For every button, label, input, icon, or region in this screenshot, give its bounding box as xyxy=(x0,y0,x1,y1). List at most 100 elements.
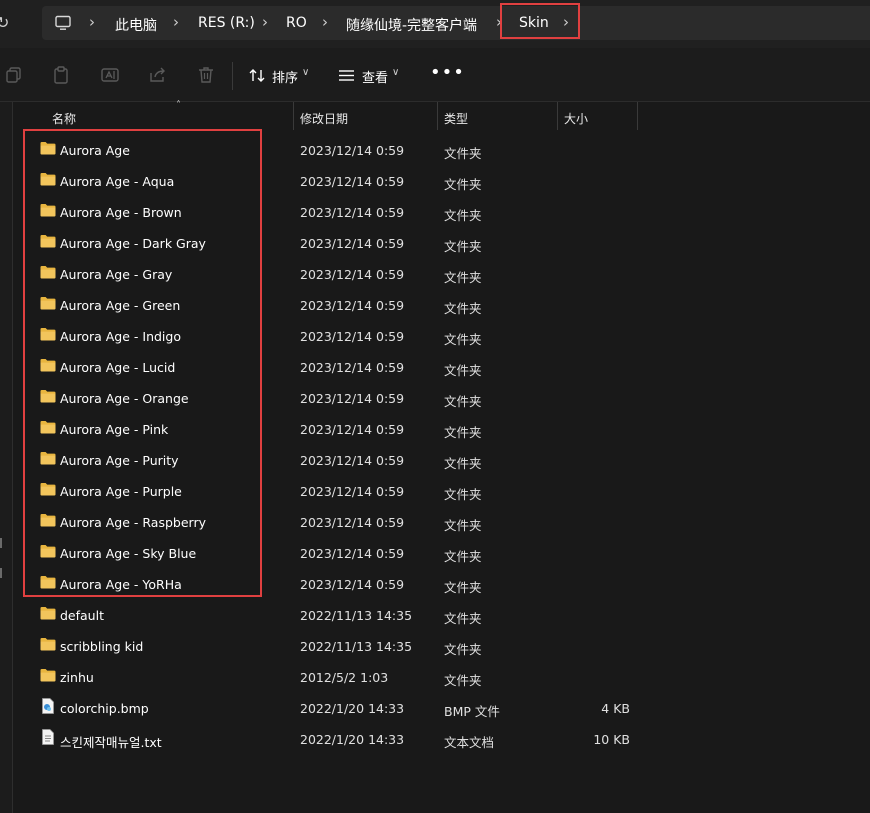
file-type: 文本文档 xyxy=(444,735,495,750)
file-date: 2022/1/20 14:33 xyxy=(300,732,405,747)
file-row[interactable]: zinhu 2012/5/2 1:03 文件夹 xyxy=(0,661,870,692)
rename-icon[interactable] xyxy=(100,65,120,85)
view-icon[interactable] xyxy=(337,66,357,86)
column-divider[interactable] xyxy=(293,102,294,130)
file-row[interactable]: Aurora Age - Dark Gray 2023/12/14 0:59 文件夹 xyxy=(0,227,870,258)
more-options-icon[interactable]: ••• xyxy=(430,62,465,83)
file-name[interactable]: Aurora Age - Gray xyxy=(60,267,172,282)
file-type: 文件夹 xyxy=(444,146,482,161)
file-size: 10 KB xyxy=(593,732,630,747)
column-divider[interactable] xyxy=(557,102,558,130)
file-type: BMP 文件 xyxy=(444,704,500,719)
file-name[interactable]: Aurora Age - Orange xyxy=(60,391,189,406)
folder-icon xyxy=(40,235,56,248)
file-name[interactable]: Aurora Age - Indigo xyxy=(60,329,181,344)
folder-icon xyxy=(40,173,56,186)
file-row[interactable]: Aurora Age - Indigo 2023/12/14 0:59 文件夹 xyxy=(0,320,870,351)
column-name[interactable]: 名称 xyxy=(52,110,76,127)
file-row[interactable]: Aurora Age - Green 2023/12/14 0:59 文件夹 xyxy=(0,289,870,320)
column-divider[interactable] xyxy=(637,102,638,130)
file-type: 文件夹 xyxy=(444,642,482,657)
sort-icon[interactable] xyxy=(248,66,268,86)
file-row[interactable]: Aurora Age - Purple 2023/12/14 0:59 文件夹 xyxy=(0,475,870,506)
copy-icon[interactable] xyxy=(4,65,24,85)
folder-icon xyxy=(40,669,56,682)
file-row[interactable]: colorchip.bmp 2022/1/20 14:33 BMP 文件 4 KB xyxy=(0,692,870,723)
file-row[interactable]: Aurora Age - Raspberry 2023/12/14 0:59 文件夹 xyxy=(0,506,870,537)
file-row[interactable]: 스킨제작매뉴얼.txt 2022/1/20 14:33 文本文档 10 KB xyxy=(0,723,870,754)
file-row[interactable]: Aurora Age - Purity 2023/12/14 0:59 文件夹 xyxy=(0,444,870,475)
file-row[interactable]: Aurora Age - Sky Blue 2023/12/14 0:59 文件夹 xyxy=(0,537,870,568)
refresh-icon[interactable]: ↻ xyxy=(0,13,16,33)
breadcrumb-ro[interactable]: RO xyxy=(286,15,307,31)
file-name[interactable]: scribbling kid xyxy=(60,639,143,654)
file-date: 2023/12/14 0:59 xyxy=(300,360,405,375)
share-icon[interactable] xyxy=(148,65,168,85)
file-name[interactable]: colorchip.bmp xyxy=(60,701,149,716)
file-type: 文件夹 xyxy=(444,456,482,471)
column-date[interactable]: 修改日期 xyxy=(300,110,348,127)
file-name[interactable]: zinhu xyxy=(60,670,94,685)
file-date: 2022/11/13 14:35 xyxy=(300,639,413,654)
file-date: 2023/12/14 0:59 xyxy=(300,236,405,251)
file-date: 2023/12/14 0:59 xyxy=(300,577,405,592)
breadcrumb-chevron-icon[interactable]: › xyxy=(89,13,95,31)
command-bar: 排序 ∨ 查看 ∨ ••• xyxy=(0,48,870,102)
chevron-down-icon[interactable]: ∨ xyxy=(392,67,399,78)
file-row[interactable]: Aurora Age 2023/12/14 0:59 文件夹 xyxy=(0,134,870,165)
file-name[interactable]: Aurora Age - Brown xyxy=(60,205,182,220)
chevron-down-icon[interactable]: ∨ xyxy=(302,67,309,78)
folder-icon xyxy=(40,359,56,372)
folder-icon xyxy=(40,204,56,217)
file-row[interactable]: Aurora Age - YoRHa 2023/12/14 0:59 文件夹 xyxy=(0,568,870,599)
file-name[interactable]: Aurora Age - Purity xyxy=(60,453,179,468)
file-date: 2012/5/2 1:03 xyxy=(300,670,389,685)
this-pc-icon[interactable] xyxy=(54,14,72,32)
file-name[interactable]: Aurora Age - Pink xyxy=(60,422,168,437)
folder-icon xyxy=(40,483,56,496)
folder-icon xyxy=(40,328,56,341)
file-type: 文件夹 xyxy=(444,270,482,285)
folder-icon xyxy=(40,452,56,465)
file-name[interactable]: Aurora Age - YoRHa xyxy=(60,577,182,592)
file-name[interactable]: Aurora Age - Lucid xyxy=(60,360,175,375)
breadcrumb-chevron-icon[interactable]: › xyxy=(262,13,268,31)
breadcrumb-drive[interactable]: RES (R:) xyxy=(198,15,255,31)
file-name[interactable]: default xyxy=(60,608,104,623)
file-row[interactable]: scribbling kid 2022/11/13 14:35 文件夹 xyxy=(0,630,870,661)
view-button[interactable]: 查看 xyxy=(362,67,388,86)
file-date: 2023/12/14 0:59 xyxy=(300,546,405,561)
file-type: 文件夹 xyxy=(444,580,482,595)
file-name[interactable]: 스킨제작매뉴얼.txt xyxy=(60,732,162,751)
column-divider[interactable] xyxy=(437,102,438,130)
toolbar-divider xyxy=(232,62,233,90)
file-name[interactable]: Aurora Age - Dark Gray xyxy=(60,236,206,251)
column-size[interactable]: 大小 xyxy=(564,110,588,127)
paste-icon[interactable] xyxy=(51,65,71,85)
breadcrumb-client[interactable]: 随缘仙境-完整客户端 xyxy=(346,15,477,35)
file-name[interactable]: Aurora Age xyxy=(60,143,130,158)
file-date: 2023/12/14 0:59 xyxy=(300,484,405,499)
folder-icon xyxy=(40,297,56,310)
breadcrumb-chevron-icon[interactable]: › xyxy=(173,13,179,31)
file-row[interactable]: Aurora Age - Orange 2023/12/14 0:59 文件夹 xyxy=(0,382,870,413)
file-row[interactable]: Aurora Age - Lucid 2023/12/14 0:59 文件夹 xyxy=(0,351,870,382)
delete-icon[interactable] xyxy=(196,65,216,85)
file-row[interactable]: Aurora Age - Gray 2023/12/14 0:59 文件夹 xyxy=(0,258,870,289)
file-name[interactable]: Aurora Age - Raspberry xyxy=(60,515,206,530)
file-row[interactable]: Aurora Age - Aqua 2023/12/14 0:59 文件夹 xyxy=(0,165,870,196)
file-name[interactable]: Aurora Age - Aqua xyxy=(60,174,174,189)
column-type[interactable]: 类型 xyxy=(444,110,468,127)
breadcrumb-chevron-icon[interactable]: › xyxy=(322,13,328,31)
sort-button[interactable]: 排序 xyxy=(272,67,298,86)
file-row[interactable]: Aurora Age - Brown 2023/12/14 0:59 文件夹 xyxy=(0,196,870,227)
file-name[interactable]: Aurora Age - Sky Blue xyxy=(60,546,196,561)
file-row[interactable]: Aurora Age - Pink 2023/12/14 0:59 文件夹 xyxy=(0,413,870,444)
breadcrumb-this-pc[interactable]: 此电脑 xyxy=(115,15,157,35)
file-date: 2023/12/14 0:59 xyxy=(300,453,405,468)
file-name[interactable]: Aurora Age - Green xyxy=(60,298,180,313)
file-row[interactable]: default 2022/11/13 14:35 文件夹 xyxy=(0,599,870,630)
file-type: 文件夹 xyxy=(444,332,482,347)
folder-icon xyxy=(40,576,56,589)
file-name[interactable]: Aurora Age - Purple xyxy=(60,484,182,499)
